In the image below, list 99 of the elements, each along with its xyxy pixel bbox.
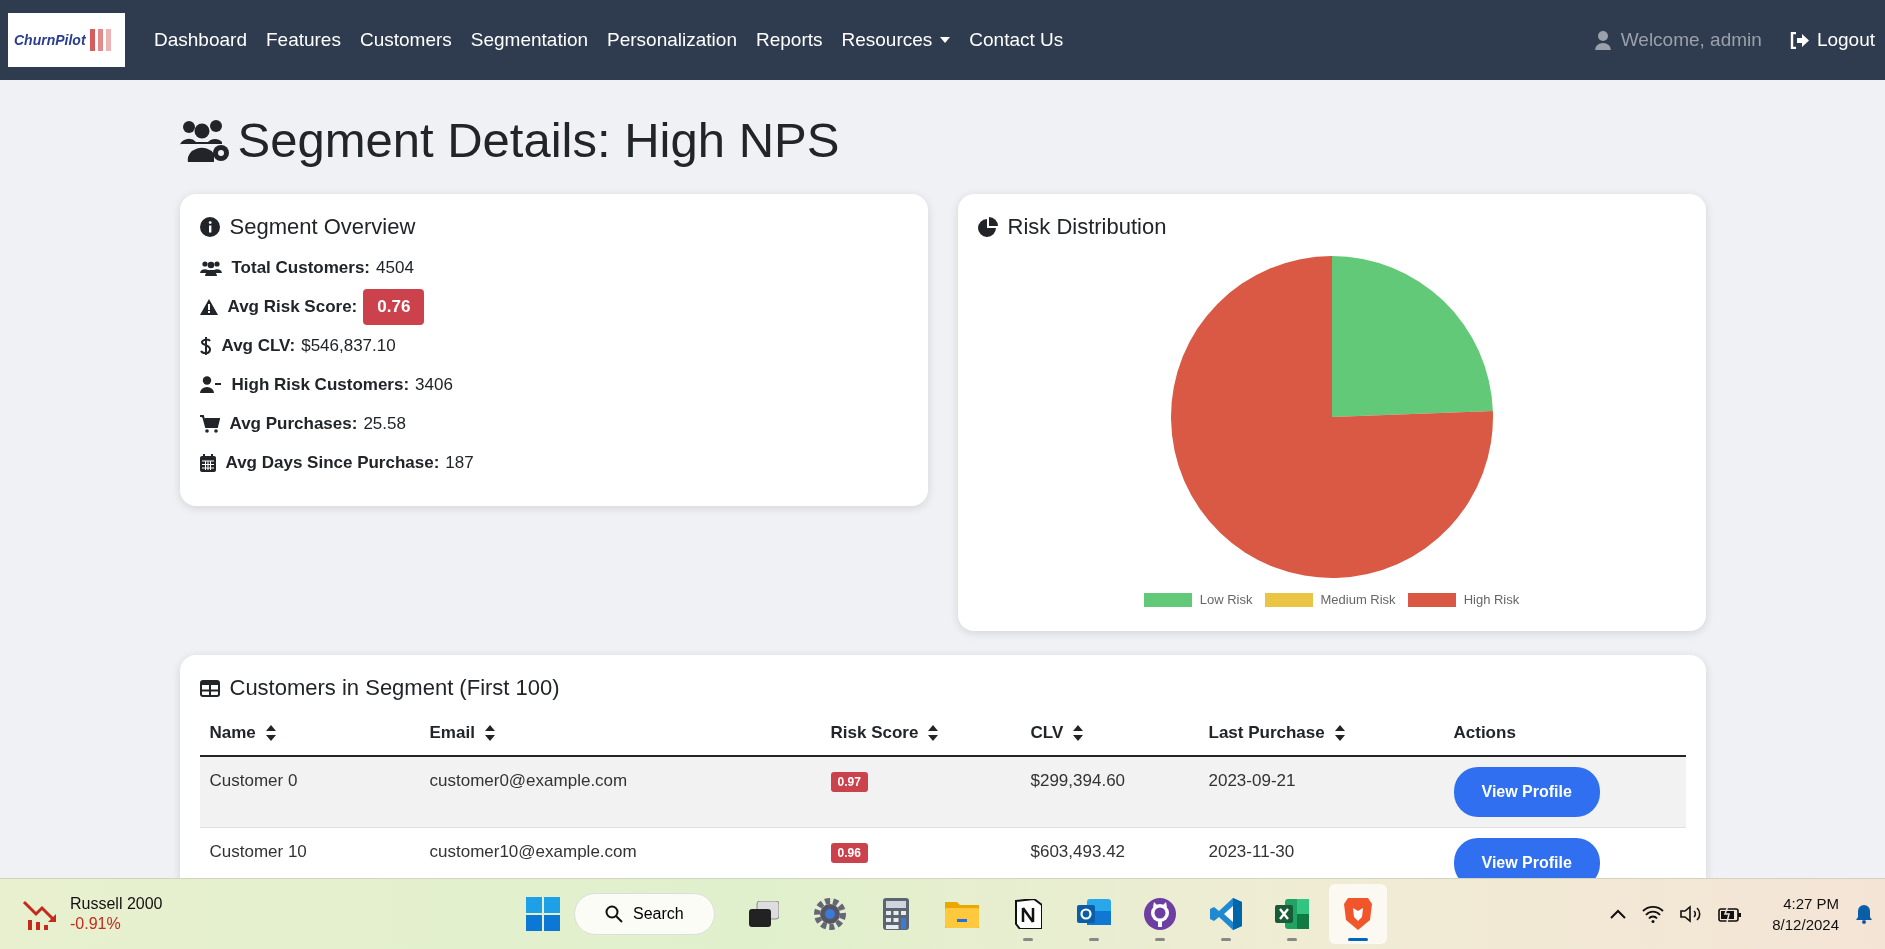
- page-title: Segment Details: High NPS: [237, 112, 840, 168]
- nav-link[interactable]: Personalization: [607, 29, 737, 51]
- legend-swatch: [1264, 592, 1313, 607]
- logout-icon: [1789, 31, 1809, 49]
- legend-label: Low Risk: [1199, 592, 1253, 607]
- risk-score-badge: 0.97: [830, 772, 868, 792]
- clock-time[interactable]: 4:27 PM: [1783, 895, 1839, 912]
- wifi-icon[interactable]: [1642, 905, 1665, 923]
- stat-label: Total Customers:: [231, 257, 371, 278]
- lion-shield-icon[interactable]: [1343, 898, 1372, 930]
- view-profile-button[interactable]: View Profile: [1453, 838, 1600, 878]
- widget-change: -0.91%: [70, 915, 122, 933]
- sort-icon[interactable]: [1334, 725, 1345, 741]
- table-cell: $299,394.60: [1030, 771, 1126, 790]
- table-cell: Customer 10: [209, 842, 307, 861]
- logout-link[interactable]: Logout: [1789, 29, 1875, 51]
- card-title: Segment Overview: [229, 214, 416, 240]
- legend-label: High Risk: [1463, 592, 1520, 607]
- risk-score-badge: 0.76: [363, 288, 425, 325]
- bell-icon[interactable]: [1855, 904, 1873, 924]
- stat-value: 4504: [376, 257, 414, 278]
- table-cell: customer10@example.com: [429, 842, 637, 861]
- sort-icon[interactable]: [1073, 725, 1084, 741]
- search-icon: [605, 905, 623, 923]
- warning-icon: [199, 298, 218, 315]
- calculator-icon[interactable]: [882, 898, 909, 930]
- running-indicator: [1088, 938, 1099, 941]
- sort-icon[interactable]: [484, 725, 495, 741]
- column-header: Actions: [1453, 723, 1516, 743]
- user-icon: [1594, 30, 1611, 50]
- nav-link[interactable]: Reports: [755, 29, 823, 51]
- legend-swatch: [1407, 592, 1456, 607]
- nav-link[interactable]: Dashboard: [154, 29, 247, 51]
- users-gear-icon: [179, 118, 230, 162]
- logo[interactable]: ChurnPilot: [8, 13, 125, 67]
- legend-swatch: [1143, 592, 1192, 607]
- code-editor-icon[interactable]: [1209, 898, 1242, 930]
- nav-link[interactable]: Contact Us: [969, 29, 1064, 51]
- table-cell: 2023-09-21: [1208, 771, 1296, 790]
- table-cell: 2023-11-30: [1208, 842, 1295, 861]
- task-view-icon[interactable]: [748, 901, 779, 927]
- windows-start-icon[interactable]: [526, 897, 560, 931]
- running-indicator: [1220, 938, 1231, 941]
- sort-icon[interactable]: [265, 725, 276, 741]
- info-icon: [199, 217, 220, 237]
- stat-value: 3406: [415, 374, 453, 395]
- stat-value: $546,837.10: [301, 335, 396, 356]
- running-indicator: [1347, 938, 1368, 941]
- stat-label: Avg CLV:: [221, 335, 296, 356]
- brand-name: ChurnPilot: [14, 32, 86, 48]
- table-cell: $603,493.42: [1030, 842, 1126, 861]
- stat-label: Avg Risk Score:: [227, 296, 358, 317]
- gear-icon[interactable]: [813, 898, 846, 930]
- dollar-icon: [199, 335, 212, 356]
- running-indicator: [1022, 938, 1033, 941]
- legend-label: Medium Risk: [1320, 592, 1396, 607]
- notes-app-icon[interactable]: [1013, 899, 1042, 929]
- stat-value: 25.58: [363, 413, 406, 434]
- table-cell: Customer 0: [209, 771, 298, 790]
- column-header[interactable]: Risk Score: [830, 723, 939, 743]
- column-header[interactable]: Last Purchase: [1208, 723, 1345, 743]
- clock-date[interactable]: 8/12/2024: [1772, 916, 1839, 933]
- sort-icon[interactable]: [928, 725, 939, 741]
- column-header[interactable]: CLV: [1030, 723, 1084, 743]
- view-profile-button[interactable]: View Profile: [1453, 767, 1600, 817]
- battery-icon[interactable]: [1718, 906, 1743, 922]
- nav-dropdown[interactable]: Resources: [841, 29, 951, 51]
- search-button[interactable]: Search: [574, 893, 715, 935]
- folder-icon[interactable]: [944, 900, 979, 928]
- card-title: Customers in Segment (First 100): [229, 675, 560, 701]
- user-minus-icon: [199, 376, 222, 393]
- nav-link[interactable]: Features: [265, 29, 341, 51]
- widget-title: Russell 2000: [70, 895, 163, 913]
- running-indicator: [1286, 938, 1297, 941]
- chevron-up-icon[interactable]: [1610, 909, 1627, 919]
- stat-value: 187: [445, 452, 474, 473]
- welcome-text: Welcome, admin: [1620, 29, 1762, 51]
- calendar-icon: [199, 453, 216, 472]
- caret-icon: [940, 37, 951, 43]
- users-icon: [199, 259, 222, 276]
- chart-down-icon[interactable]: [22, 898, 58, 930]
- risk-score-badge: 0.96: [830, 843, 868, 863]
- nav-link[interactable]: Customers: [359, 29, 452, 51]
- card-title: Risk Distribution: [1007, 214, 1167, 240]
- stat-label: Avg Days Since Purchase:: [225, 452, 440, 473]
- nav-link[interactable]: Segmentation: [470, 29, 589, 51]
- speaker-icon[interactable]: [1680, 905, 1703, 923]
- spreadsheet-app-icon[interactable]: [1274, 899, 1309, 929]
- cat-app-icon[interactable]: [1143, 898, 1176, 930]
- cart-icon: [199, 414, 220, 433]
- pie-chart-icon: [977, 217, 998, 237]
- column-header[interactable]: Name: [209, 723, 276, 743]
- column-header[interactable]: Email: [429, 723, 495, 743]
- bars-icon: [89, 29, 111, 51]
- running-indicator: [1154, 938, 1165, 941]
- table-cell: customer0@example.com: [429, 771, 628, 790]
- table-icon: [199, 679, 220, 697]
- stat-label: High Risk Customers:: [231, 374, 410, 395]
- stat-label: Avg Purchases:: [229, 413, 358, 434]
